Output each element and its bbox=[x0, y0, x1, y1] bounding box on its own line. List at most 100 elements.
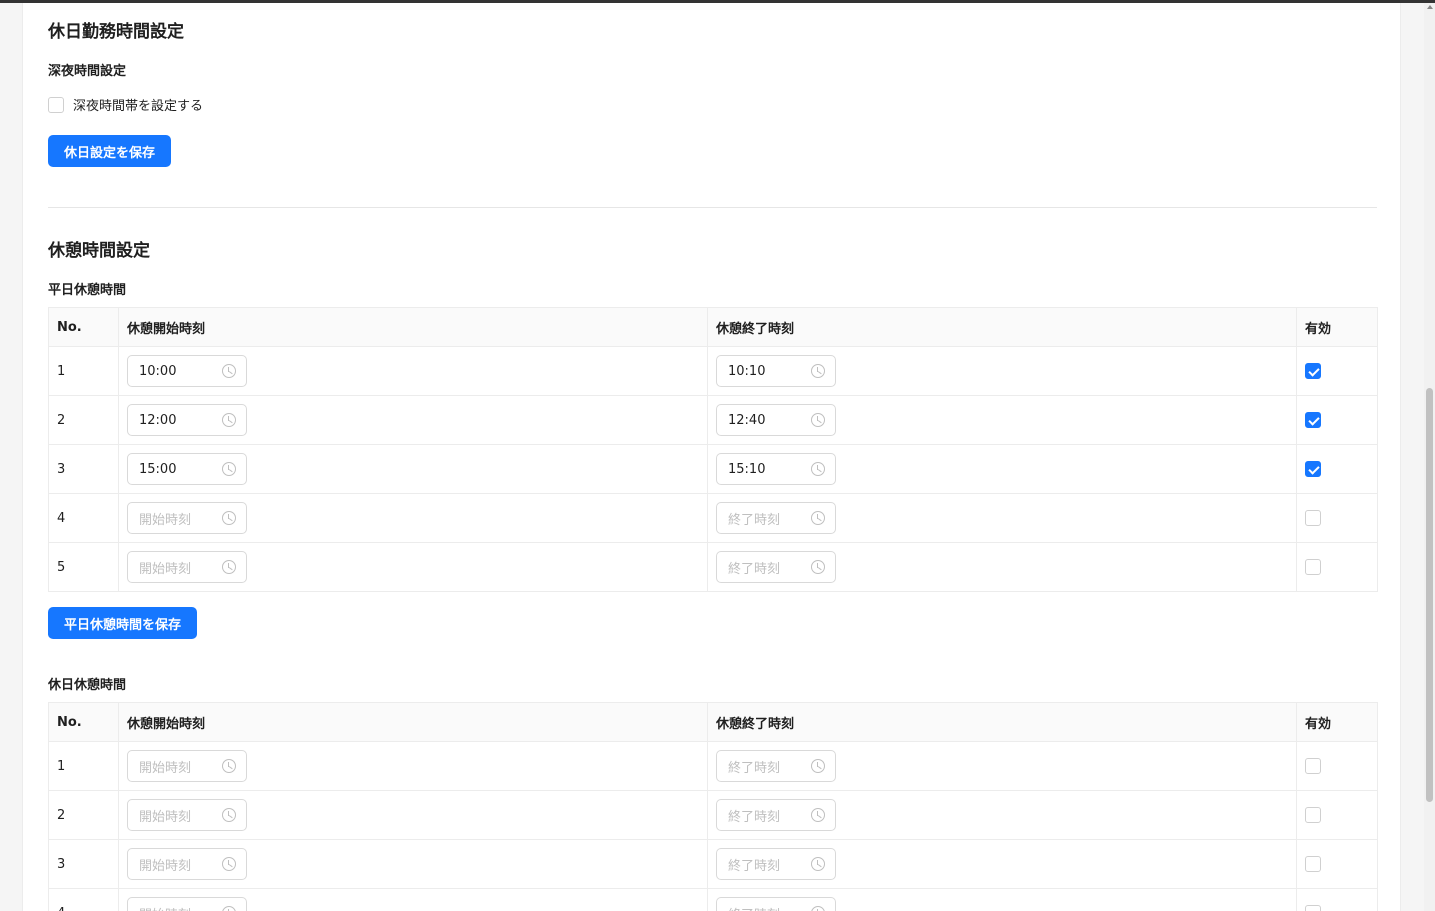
enabled-checkbox[interactable] bbox=[1305, 559, 1321, 575]
clock-icon bbox=[811, 906, 825, 911]
clock-icon bbox=[222, 511, 236, 525]
weekday-break-table: No. 休憩開始時刻 休憩終了時刻 有効 1 10:00 10:10 2 12:00 12:40 3… bbox=[48, 307, 1378, 592]
enabled-checkbox[interactable] bbox=[1305, 461, 1321, 477]
start-cell: 12:00 bbox=[118, 395, 708, 445]
end-cell: 10:10 bbox=[707, 346, 1297, 396]
break-end-placeholder: 終了時刻 bbox=[728, 858, 781, 874]
break-time-title: 休憩時間設定 bbox=[48, 241, 150, 261]
break-end-time-input[interactable]: 終了時刻 bbox=[716, 848, 836, 880]
holiday-work-title: 休日勤務時間設定 bbox=[48, 22, 184, 42]
save-holiday-settings-button[interactable]: 休日設定を保存 bbox=[48, 135, 172, 167]
night-time-checkbox[interactable] bbox=[48, 96, 64, 113]
break-start-value: 15:00 bbox=[139, 461, 177, 477]
settings-card: 休日勤務時間設定 深夜時間設定 深夜時間帯を設定する 休日設定を保存 休憩時間設… bbox=[22, 3, 1401, 911]
break-start-placeholder: 開始時刻 bbox=[139, 809, 192, 825]
end-cell: 終了時刻 bbox=[707, 741, 1297, 791]
break-start-time-input[interactable]: 10:00 bbox=[127, 355, 247, 387]
enabled-checkbox[interactable] bbox=[1305, 856, 1321, 872]
clock-icon bbox=[222, 906, 236, 911]
break-end-time-input[interactable]: 終了時刻 bbox=[716, 750, 836, 782]
enabled-checkbox[interactable] bbox=[1305, 412, 1321, 428]
table-row: 2 開始時刻 終了時刻 bbox=[48, 790, 1378, 840]
table-row: 2 12:00 12:40 bbox=[48, 395, 1378, 445]
break-end-time-input[interactable]: 終了時刻 bbox=[716, 897, 836, 911]
break-start-time-input[interactable]: 12:00 bbox=[127, 404, 247, 436]
clock-icon bbox=[222, 462, 236, 476]
table-row: 5 開始時刻 終了時刻 bbox=[48, 542, 1378, 592]
start-cell: 15:00 bbox=[118, 444, 708, 494]
end-cell: 12:40 bbox=[707, 395, 1297, 445]
weekday-break-title: 平日休憩時間 bbox=[48, 283, 127, 298]
night-time-option[interactable]: 深夜時間帯を設定する bbox=[48, 95, 203, 114]
row-number: 3 bbox=[48, 839, 119, 889]
break-end-time-input[interactable]: 15:10 bbox=[716, 453, 836, 485]
break-start-time-input[interactable]: 開始時刻 bbox=[127, 750, 247, 782]
table-row: 3 15:00 15:10 bbox=[48, 444, 1378, 494]
break-start-time-input[interactable]: 開始時刻 bbox=[127, 502, 247, 534]
break-start-placeholder: 開始時刻 bbox=[139, 561, 192, 577]
section-divider bbox=[48, 207, 1377, 208]
row-number: 1 bbox=[48, 741, 119, 791]
enabled-checkbox[interactable] bbox=[1305, 758, 1321, 774]
break-end-time-input[interactable]: 終了時刻 bbox=[716, 551, 836, 583]
enabled-cell bbox=[1296, 346, 1378, 396]
col-end-header: 休憩終了時刻 bbox=[707, 307, 1297, 347]
clock-icon bbox=[222, 364, 236, 378]
table-header-row: No. 休憩開始時刻 休憩終了時刻 有効 bbox=[48, 702, 1378, 742]
break-end-placeholder: 終了時刻 bbox=[728, 904, 780, 911]
break-end-time-input[interactable]: 終了時刻 bbox=[716, 502, 836, 534]
holiday-break-title: 休日休憩時間 bbox=[48, 678, 127, 693]
break-start-time-input[interactable]: 開始時刻 bbox=[127, 799, 247, 831]
break-end-placeholder: 終了時刻 bbox=[728, 809, 781, 825]
break-end-placeholder: 終了時刻 bbox=[728, 760, 781, 776]
enabled-checkbox[interactable] bbox=[1305, 363, 1321, 379]
table-row: 1 10:00 10:10 bbox=[48, 346, 1378, 396]
col-enabled-header: 有効 bbox=[1296, 307, 1378, 347]
enabled-cell bbox=[1296, 444, 1378, 494]
scroll-up-arrow-icon[interactable] bbox=[1427, 5, 1433, 9]
start-cell: 開始時刻 bbox=[118, 493, 708, 543]
enabled-checkbox[interactable] bbox=[1305, 905, 1321, 911]
break-start-placeholder: 開始時刻 bbox=[139, 904, 191, 911]
break-start-placeholder: 開始時刻 bbox=[139, 512, 192, 528]
row-number: 4 bbox=[48, 493, 119, 543]
break-start-time-input[interactable]: 15:00 bbox=[127, 453, 247, 485]
end-cell: 終了時刻 bbox=[707, 493, 1297, 543]
enabled-checkbox[interactable] bbox=[1305, 510, 1321, 526]
start-cell: 10:00 bbox=[118, 346, 708, 396]
save-weekday-break-button[interactable]: 平日休憩時間を保存 bbox=[48, 607, 198, 639]
start-cell: 開始時刻 bbox=[118, 741, 708, 791]
clock-icon bbox=[222, 759, 236, 773]
clock-icon bbox=[222, 413, 236, 427]
scrollbar-thumb[interactable] bbox=[1426, 388, 1433, 802]
row-number: 2 bbox=[48, 790, 119, 840]
enabled-cell bbox=[1296, 395, 1378, 445]
clock-icon bbox=[222, 808, 236, 822]
night-time-title: 深夜時間設定 bbox=[48, 64, 127, 79]
row-number: 3 bbox=[48, 444, 119, 494]
break-end-time-input[interactable]: 12:40 bbox=[716, 404, 836, 436]
break-start-time-input[interactable]: 開始時刻 bbox=[127, 897, 247, 911]
enabled-cell bbox=[1296, 493, 1378, 543]
break-start-time-input[interactable]: 開始時刻 bbox=[127, 551, 247, 583]
end-cell: 終了時刻 bbox=[707, 839, 1297, 889]
break-end-value: 10:10 bbox=[728, 363, 766, 379]
clock-icon bbox=[222, 560, 236, 574]
break-end-placeholder: 終了時刻 bbox=[728, 561, 781, 577]
col-start-header: 休憩開始時刻 bbox=[118, 307, 708, 347]
enabled-cell bbox=[1296, 888, 1378, 911]
enabled-cell bbox=[1296, 790, 1378, 840]
start-cell: 開始時刻 bbox=[118, 542, 708, 592]
table-row: 3 開始時刻 終了時刻 bbox=[48, 839, 1378, 889]
break-start-value: 10:00 bbox=[139, 363, 177, 379]
break-start-time-input[interactable]: 開始時刻 bbox=[127, 848, 247, 880]
clock-icon bbox=[811, 759, 825, 773]
start-cell: 開始時刻 bbox=[118, 888, 708, 911]
enabled-checkbox[interactable] bbox=[1305, 807, 1321, 823]
night-time-checkbox-label: 深夜時間帯を設定する bbox=[73, 99, 204, 114]
col-end-header: 休憩終了時刻 bbox=[707, 702, 1297, 742]
row-number: 2 bbox=[48, 395, 119, 445]
break-end-time-input[interactable]: 終了時刻 bbox=[716, 799, 836, 831]
clock-icon bbox=[811, 857, 825, 871]
break-end-time-input[interactable]: 10:10 bbox=[716, 355, 836, 387]
